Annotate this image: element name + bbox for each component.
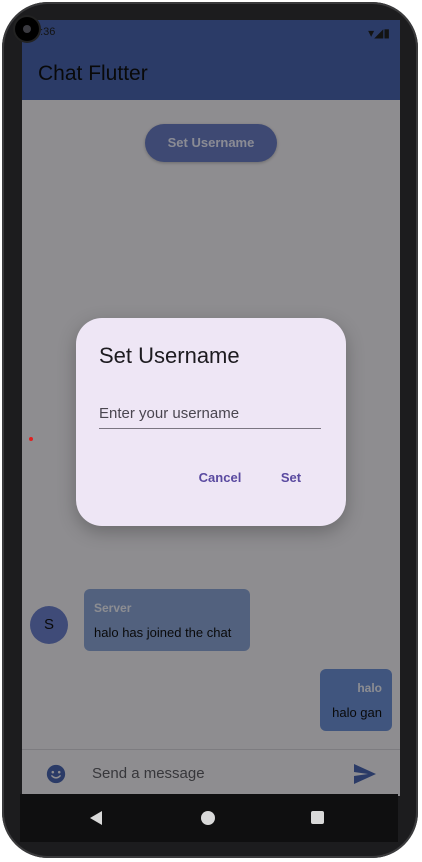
recents-icon[interactable] — [311, 811, 324, 824]
camera-icon — [15, 17, 39, 41]
set-username-dialog: Set Username Cancel Set — [76, 318, 346, 526]
username-input[interactable] — [99, 398, 321, 429]
touch-indicator — [29, 437, 33, 441]
app-screen: 1:36 ▾◢▮ Chat Flutter Set Username S Ser… — [22, 20, 400, 796]
dialog-title: Set Username — [99, 343, 240, 368]
home-icon[interactable] — [201, 811, 215, 825]
set-button[interactable]: Set — [272, 462, 310, 494]
cancel-button[interactable]: Cancel — [191, 462, 249, 494]
back-icon[interactable] — [88, 810, 104, 826]
phone-frame: 1:36 ▾◢▮ Chat Flutter Set Username S Ser… — [2, 2, 418, 858]
system-nav-bar — [20, 794, 398, 842]
